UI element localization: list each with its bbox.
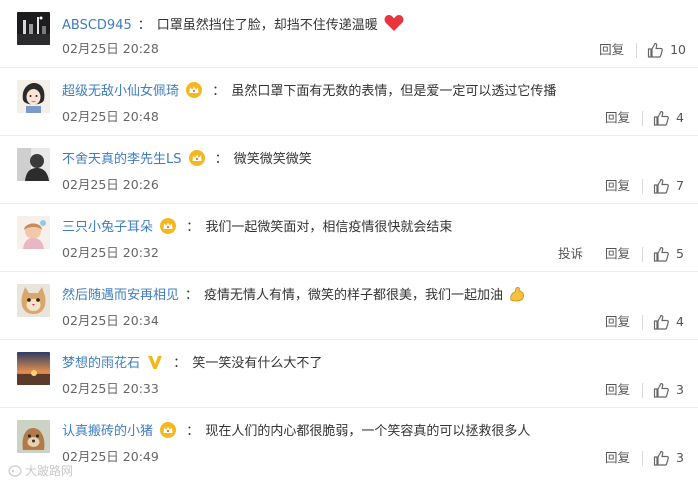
action-divider bbox=[642, 314, 643, 330]
comment-text: 笑一笑没有什么大不了 bbox=[192, 356, 323, 371]
crown-badge-icon bbox=[188, 150, 205, 166]
comment-item: ABSCD945：口罩虽然挡住了脸，却挡不住传递温暖 02月25日 20:28 … bbox=[0, 0, 698, 68]
comment-item: 三只小兔子耳朵 ： 我们一起微笑面对，相信疫情很快就会结束 02月25日 20:3… bbox=[0, 204, 698, 272]
comment-line: 梦想的雨花石 ： 笑一笑没有什么大不了 bbox=[62, 354, 688, 374]
reply-button[interactable]: 回复 bbox=[605, 177, 630, 195]
comment-actions: 回复 3 bbox=[605, 448, 686, 468]
comment-actions: 回复 7 bbox=[605, 176, 686, 196]
comment-time: 02月25日 20:28 bbox=[62, 41, 159, 56]
colon: ： bbox=[137, 18, 151, 33]
reply-button[interactable]: 回复 bbox=[599, 41, 624, 59]
action-divider bbox=[636, 42, 638, 58]
comment-item: 梦想的雨花石 ： 笑一笑没有什么大不了 02月25日 20:33 回复 3 bbox=[0, 340, 698, 408]
dog-avatar[interactable] bbox=[17, 420, 50, 453]
thumbs-up-icon[interactable] bbox=[653, 246, 669, 262]
colon: ： bbox=[214, 152, 228, 167]
night-city-avatar[interactable] bbox=[17, 12, 50, 45]
comment-line: 三只小兔子耳朵 ： 我们一起微笑面对，相信疫情很快就会结束 bbox=[62, 218, 688, 238]
reply-button[interactable]: 回复 bbox=[605, 449, 630, 467]
comment-actions: 回复 4 bbox=[605, 312, 686, 332]
comment-time: 02月25日 20:32 bbox=[62, 245, 159, 260]
colon: ： bbox=[186, 424, 200, 439]
comment-text: 微笑微笑微笑 bbox=[233, 152, 312, 167]
action-divider bbox=[642, 178, 643, 194]
like-count: 3 bbox=[676, 450, 684, 465]
like-count: 3 bbox=[676, 382, 684, 397]
watermark: 大跛路网 bbox=[8, 464, 73, 478]
thumbs-up-icon[interactable] bbox=[653, 178, 669, 194]
comment-time: 02月25日 20:34 bbox=[62, 313, 159, 328]
thumbs-up-icon[interactable] bbox=[653, 110, 669, 126]
illustrated-avatar[interactable] bbox=[17, 216, 50, 249]
comment-item: 然后随遇而安再相见 ： 疫情无情人有情，微笑的样子都很美，我们一起加油 02月25日… bbox=[0, 272, 698, 340]
crown-badge-icon bbox=[160, 218, 177, 234]
comment-actions: 回复 10 bbox=[599, 40, 686, 60]
comment-line: 不舍天真的李先生LS ： 微笑微笑微笑 bbox=[62, 150, 688, 170]
comment-time: 02月25日 20:49 bbox=[62, 449, 159, 464]
comment-text: 口罩虽然挡住了脸，却挡不住传递温暖 bbox=[156, 18, 378, 33]
username[interactable]: ABSCD945 bbox=[62, 18, 132, 33]
thumbs-up-icon[interactable] bbox=[653, 314, 669, 330]
crown-badge-icon bbox=[186, 82, 203, 98]
thumbs-up-icon[interactable] bbox=[653, 382, 669, 398]
comment-item: 认真搬砖的小猪 ： 现在人们的内心都很脆弱，一个笑容真的可以拯救很多人 02月25… bbox=[0, 408, 698, 476]
like-count: 5 bbox=[676, 246, 684, 261]
comment-actions: 回复 4 bbox=[605, 108, 686, 128]
sunset-avatar[interactable] bbox=[17, 352, 50, 385]
action-divider bbox=[642, 450, 643, 466]
watermark-text: 大跛路网 bbox=[25, 464, 74, 478]
like-count: 10 bbox=[670, 42, 686, 57]
watermark-logo-icon bbox=[8, 465, 22, 477]
comment-line: 然后随遇而安再相见 ： 疫情无情人有情，微笑的样子都很美，我们一起加油 bbox=[62, 286, 688, 306]
reply-button[interactable]: 回复 bbox=[605, 313, 630, 331]
comment-text: 疫情无情人有情，微笑的样子都很美，我们一起加油 bbox=[204, 288, 504, 303]
reply-button[interactable]: 回复 bbox=[605, 245, 630, 263]
colon: ： bbox=[212, 84, 226, 99]
reply-button[interactable]: 回复 bbox=[605, 109, 630, 127]
action-divider bbox=[642, 110, 643, 126]
like-count: 4 bbox=[676, 314, 684, 329]
action-divider bbox=[642, 382, 643, 398]
comment-time: 02月25日 20:33 bbox=[62, 381, 159, 396]
heart-emoji bbox=[384, 15, 404, 31]
comment-line: 认真搬砖的小猪 ： 现在人们的内心都很脆弱，一个笑容真的可以拯救很多人 bbox=[62, 422, 688, 442]
thumbs-up-icon[interactable] bbox=[653, 450, 669, 466]
colon: ： bbox=[185, 288, 199, 303]
username[interactable]: 不舍天真的李先生LS bbox=[62, 152, 182, 167]
username[interactable]: 认真搬砖的小猪 bbox=[62, 424, 153, 439]
v-verified-icon bbox=[148, 356, 163, 369]
colon: ： bbox=[186, 220, 200, 235]
comment-time: 02月25日 20:48 bbox=[62, 109, 159, 124]
comment-item: 不舍天真的李先生LS ： 微笑微笑微笑 02月25日 20:26 回复 7 bbox=[0, 136, 698, 204]
comment-text: 虽然口罩下面有无数的表情，但是爱一定可以透过它传播 bbox=[231, 84, 557, 99]
cat-avatar[interactable] bbox=[17, 284, 50, 317]
comment-time: 02月25日 20:26 bbox=[62, 177, 159, 192]
comment-item: 超级无敌小仙女佩琦 ： 虽然口罩下面有无数的表情，但是爱一定可以透过它传播 02月… bbox=[0, 68, 698, 136]
like-count: 7 bbox=[676, 178, 684, 193]
comment-line: ABSCD945 ： 口罩虽然挡住了脸，却挡不住传递温暖 bbox=[62, 14, 688, 34]
action-divider bbox=[642, 246, 643, 262]
comment-text: 现在人们的内心都很脆弱，一个笑容真的可以拯救很多人 bbox=[205, 424, 531, 439]
like-count: 4 bbox=[676, 110, 684, 125]
username[interactable]: 梦想的雨花石 bbox=[62, 356, 140, 371]
bw-person-avatar[interactable] bbox=[17, 148, 50, 181]
username[interactable]: 超级无敌小仙女佩琦 bbox=[62, 84, 179, 99]
comment-actions: 回复 3 bbox=[605, 380, 686, 400]
comment-actions: 投诉 回复 5 bbox=[558, 244, 686, 264]
username[interactable]: 然后随遇而安再相见 bbox=[62, 288, 179, 303]
comment-line: 超级无敌小仙女佩琦 ： 虽然口罩下面有无数的表情，但是爱一定可以透过它传播 bbox=[62, 82, 688, 102]
crown-badge-icon bbox=[160, 422, 177, 438]
flexed-arm-emoji bbox=[510, 286, 525, 302]
comment-text: 我们一起微笑面对，相信疫情很快就会结束 bbox=[205, 220, 453, 235]
report-button[interactable]: 投诉 bbox=[558, 245, 583, 263]
cartoon-girl-avatar[interactable] bbox=[17, 80, 50, 113]
thumbs-up-icon[interactable] bbox=[647, 42, 663, 58]
username[interactable]: 三只小兔子耳朵 bbox=[62, 220, 153, 235]
colon: ： bbox=[173, 356, 187, 371]
reply-button[interactable]: 回复 bbox=[605, 381, 630, 399]
